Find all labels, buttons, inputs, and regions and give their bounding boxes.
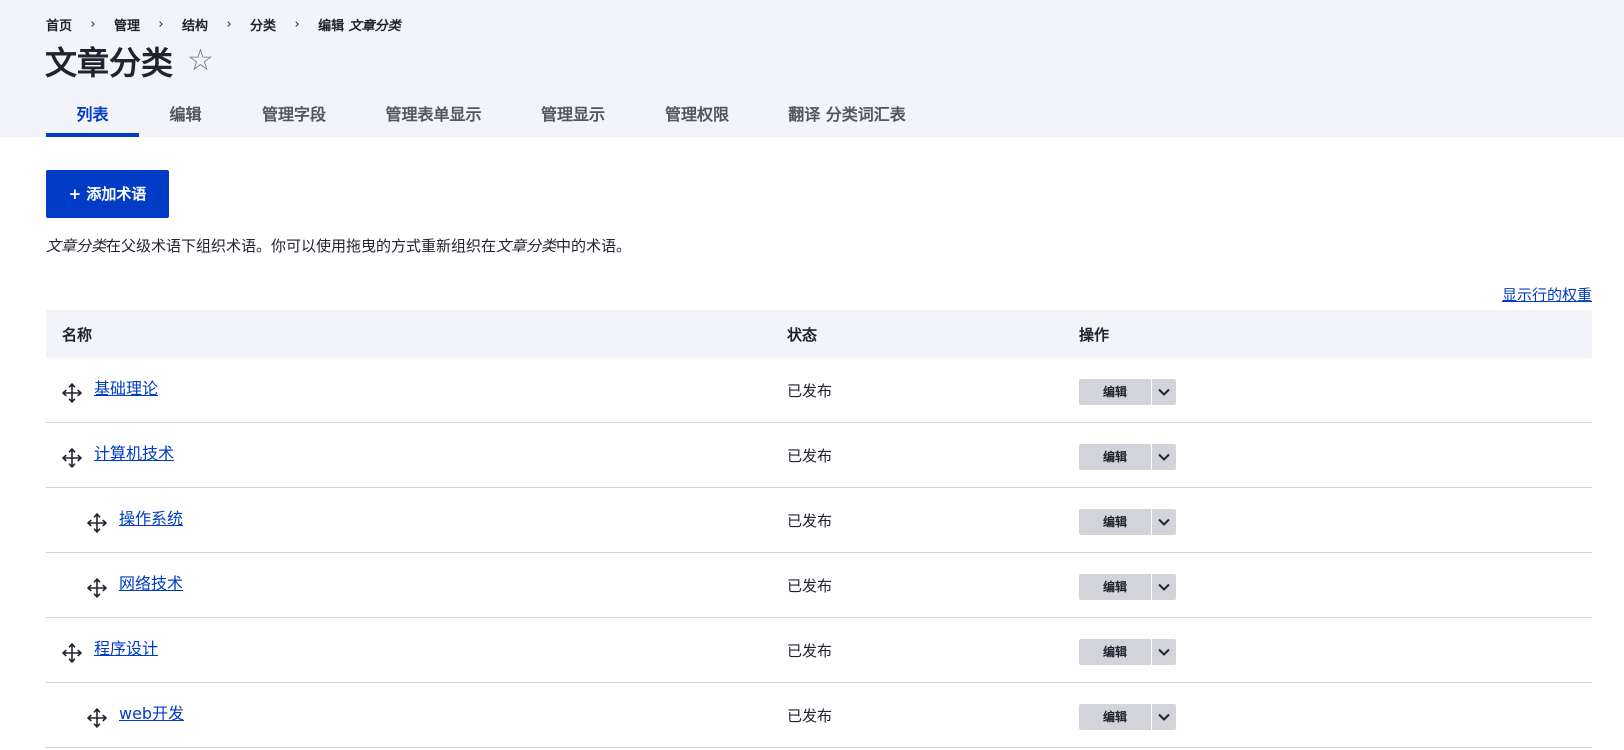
drag-handle-icon[interactable] [62, 448, 82, 468]
term-name-cell: 基础理论 [62, 358, 158, 422]
primary-tabs: 列表 编辑 管理字段 管理表单显示 管理显示 管理权限 翻译 分类词汇表 [46, 93, 935, 137]
term-name-cell: 操作系统 [87, 488, 183, 552]
operations-toggle[interactable] [1151, 509, 1176, 535]
term-status: 已发布 [787, 381, 833, 400]
term-link[interactable]: 计算机技术 [94, 440, 174, 464]
tab-manage-form-display[interactable]: 管理表单显示 [356, 93, 511, 137]
page-header: 首页 › 管理 › 结构 › 分类 › 编辑 文章分类 文章分类 ☆ 列表 编辑… [0, 0, 1624, 137]
operations-toggle[interactable] [1151, 704, 1176, 730]
term-status: 已发布 [787, 446, 833, 465]
operations-toggle[interactable] [1151, 639, 1176, 665]
edit-button[interactable]: 编辑 [1079, 574, 1151, 600]
show-row-weights-link[interactable]: 显示行的权重 [1502, 284, 1592, 305]
chevron-down-icon [1158, 388, 1170, 396]
tab-manage-fields[interactable]: 管理字段 [232, 93, 356, 137]
table-row: 操作系统 已发布 编辑 [46, 488, 1592, 553]
drag-handle-icon[interactable] [87, 708, 107, 728]
breadcrumb-structure[interactable]: 结构 [182, 15, 208, 34]
drag-handle-icon[interactable] [62, 383, 82, 403]
term-link[interactable]: web开发 [119, 700, 184, 724]
term-name-cell: 计算机技术 [62, 423, 174, 487]
edit-button[interactable]: 编辑 [1079, 444, 1151, 470]
operations-dropbutton: 编辑 [1079, 639, 1176, 665]
term-link[interactable]: 基础理论 [94, 375, 158, 399]
column-header-name: 名称 [62, 325, 93, 344]
breadcrumb-separator: › [294, 17, 300, 32]
drag-handle-icon[interactable] [87, 513, 107, 533]
edit-button[interactable]: 编辑 [1079, 639, 1151, 665]
edit-button[interactable]: 编辑 [1079, 704, 1151, 730]
edit-button[interactable]: 编辑 [1079, 379, 1151, 405]
term-status: 已发布 [787, 641, 833, 660]
add-term-button[interactable]: + 添加术语 [46, 170, 169, 218]
page-title-container: 文章分类 ☆ [45, 38, 214, 84]
breadcrumb-separator: › [226, 17, 232, 32]
breadcrumb-taxonomy[interactable]: 分类 [250, 15, 276, 34]
column-header-status: 状态 [787, 325, 818, 344]
table-row: 程序设计 已发布 编辑 [46, 618, 1592, 683]
breadcrumb-separator: › [90, 17, 96, 32]
operations-toggle[interactable] [1151, 379, 1176, 405]
tab-list[interactable]: 列表 [46, 93, 139, 137]
term-status: 已发布 [787, 511, 833, 530]
chevron-down-icon [1158, 453, 1170, 461]
operations-toggle[interactable] [1151, 444, 1176, 470]
operations-dropbutton: 编辑 [1079, 509, 1176, 535]
description-vocab-name: 文章分类 [496, 237, 557, 255]
table-row: 网络技术 已发布 编辑 [46, 553, 1592, 618]
breadcrumb-home[interactable]: 首页 [46, 15, 72, 34]
chevron-down-icon [1158, 518, 1170, 526]
table-row: 基础理论 已发布 编辑 [46, 358, 1592, 423]
tab-manage-display[interactable]: 管理显示 [511, 93, 635, 137]
breadcrumb-current-vocab: 文章分类 [348, 19, 401, 34]
star-outline-icon[interactable]: ☆ [187, 46, 214, 76]
breadcrumb-separator: › [158, 17, 164, 32]
table-row: web开发 已发布 编辑 [46, 683, 1592, 748]
page-title: 文章分类 [45, 44, 174, 82]
chevron-down-icon [1158, 713, 1170, 721]
drag-handle-icon[interactable] [62, 643, 82, 663]
term-link[interactable]: 操作系统 [119, 505, 183, 529]
terms-table: 名称 状态 操作 基础理论 已发布 编辑 计算机技术 已发布 编辑 操作系统 已… [46, 310, 1592, 748]
tab-edit[interactable]: 编辑 [139, 93, 232, 137]
edit-button[interactable]: 编辑 [1079, 509, 1151, 535]
chevron-down-icon [1158, 648, 1170, 656]
operations-dropbutton: 编辑 [1079, 444, 1176, 470]
description-text: 在父级术语下组织术语。你可以使用拖曳的方式重新组织在 [106, 237, 497, 255]
chevron-down-icon [1158, 583, 1170, 591]
tab-manage-permissions[interactable]: 管理权限 [635, 93, 759, 137]
table-row: 计算机技术 已发布 编辑 [46, 423, 1592, 488]
description-vocab-name: 文章分类 [46, 237, 107, 255]
description-text: 中的术语。 [556, 237, 632, 255]
vocabulary-description: 文章分类在父级术语下组织术语。你可以使用拖曳的方式重新组织在文章分类中的术语。 [46, 235, 631, 256]
table-header: 名称 状态 操作 [46, 310, 1592, 358]
breadcrumb-current-prefix: 编辑 [318, 19, 345, 34]
breadcrumb-admin[interactable]: 管理 [114, 15, 140, 34]
operations-dropbutton: 编辑 [1079, 379, 1176, 405]
term-link[interactable]: 程序设计 [94, 635, 158, 659]
term-name-cell: 网络技术 [87, 553, 183, 617]
breadcrumb: 首页 › 管理 › 结构 › 分类 › 编辑 文章分类 [46, 15, 401, 34]
operations-dropbutton: 编辑 [1079, 704, 1176, 730]
operations-toggle[interactable] [1151, 574, 1176, 600]
tab-translate-vocabulary[interactable]: 翻译 分类词汇表 [759, 93, 935, 137]
column-header-operations: 操作 [1079, 325, 1110, 344]
term-status: 已发布 [787, 706, 833, 725]
term-name-cell: 程序设计 [62, 618, 158, 682]
drag-handle-icon[interactable] [87, 578, 107, 598]
term-name-cell: web开发 [87, 683, 184, 747]
breadcrumb-current[interactable]: 编辑 文章分类 [318, 15, 401, 34]
term-status: 已发布 [787, 576, 833, 595]
term-link[interactable]: 网络技术 [119, 570, 183, 594]
operations-dropbutton: 编辑 [1079, 574, 1176, 600]
